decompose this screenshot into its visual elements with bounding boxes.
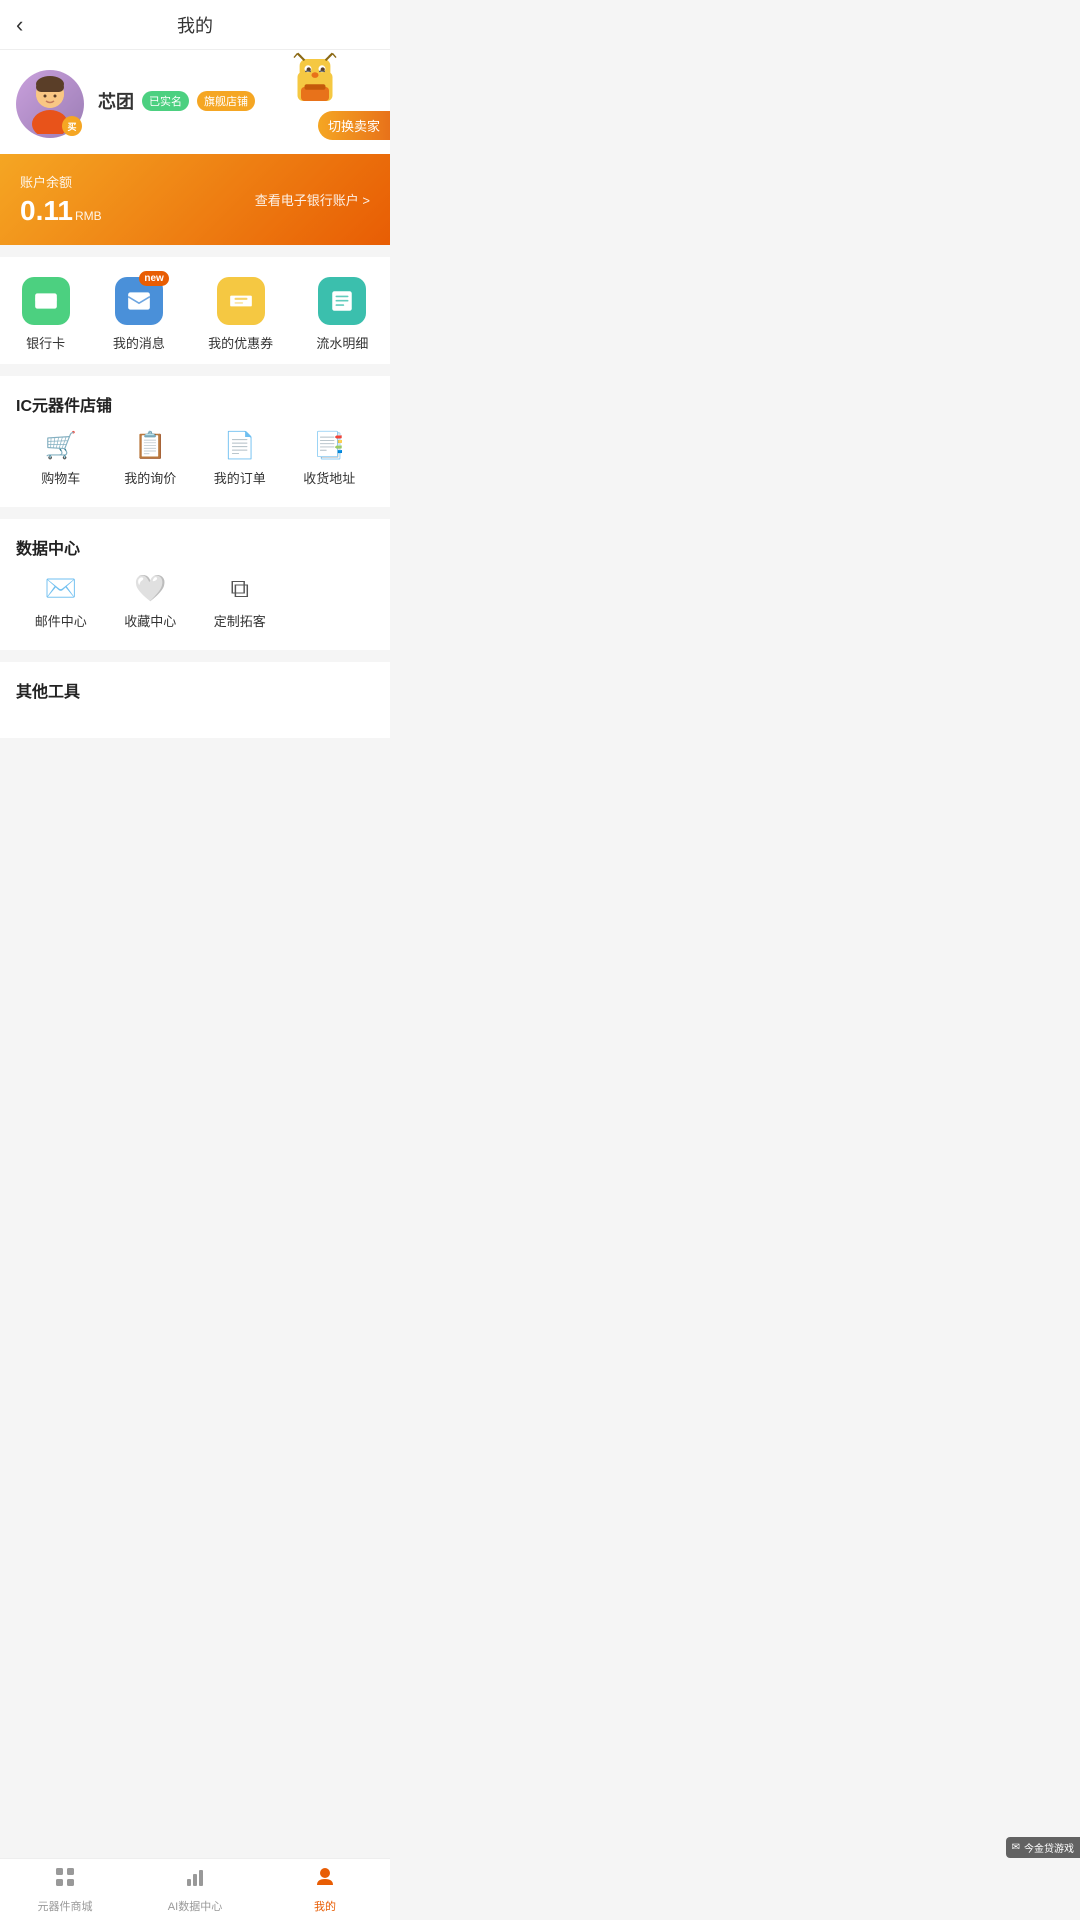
inquiry-label: 我的询价 [124,468,176,487]
collect-icon: 🤍 [134,575,166,601]
mail-icon: ✉️ [45,575,77,601]
coupon-icon-wrap [217,277,265,325]
mascot-icon [280,50,350,110]
store-icon-svg [53,1865,77,1889]
switch-seller-button[interactable]: 切换卖家 [318,111,390,140]
flow-detail-icon [329,288,355,314]
mail-item[interactable]: ✉️ 邮件中心 [16,575,106,630]
menu-item-my-message[interactable]: new 我的消息 [113,277,165,352]
coupon-icon [228,288,254,314]
ai-data-nav-label: AI数据中心 [168,1898,222,1914]
bank-card-icon [33,288,59,314]
profile-section: 买 芯团 已实名 旗舰店铺 [0,50,390,154]
message-icon [126,288,152,314]
watermark: ✉ 今金贷游戏 [1006,1837,1080,1858]
nav-item-store[interactable]: 元器件商城 [0,1859,130,1920]
quick-menu: 银行卡 new 我的消息 我的优惠券 [0,257,390,364]
bank-link[interactable]: 查看电子银行账户 > [255,190,370,209]
coupon-label: 我的优惠券 [208,333,273,352]
tag-verified: 已实名 [142,91,189,111]
cart-item[interactable]: 🛒 购物车 [16,432,106,487]
inquiry-item[interactable]: 📋 我的询价 [106,432,196,487]
balance-amount: 0.11 RMB [20,195,102,227]
custom-item[interactable]: ⧉ 定制拓客 [195,575,285,630]
back-button[interactable]: ‹ [16,12,23,38]
cart-label: 购物车 [41,468,80,487]
nav-item-mine[interactable]: 我的 [260,1859,390,1920]
ai-data-icon-svg [183,1865,207,1889]
order-label: 我的订单 [214,468,266,487]
flow-detail-label: 流水明细 [316,333,368,352]
ai-data-nav-icon [183,1865,207,1895]
order-icon: 📄 [224,432,256,458]
menu-item-my-coupon[interactable]: 我的优惠券 [208,277,273,352]
store-nav-icon [53,1865,77,1895]
header: ‹ 我的 [0,0,390,50]
balance-label: 账户余额 [20,172,102,191]
mine-nav-icon [313,1865,337,1895]
data-center-title: 数据中心 [16,535,374,559]
bank-card-label: 银行卡 [26,333,65,352]
order-item[interactable]: 📄 我的订单 [195,432,285,487]
address-icon: 📑 [313,432,345,458]
ic-store-grid: 🛒 购物车 📋 我的询价 📄 我的订单 📑 收货地址 [16,432,374,487]
avatar[interactable]: 买 [16,70,84,138]
data-center-grid: ✉️ 邮件中心 🤍 收藏中心 ⧉ 定制拓客 [16,575,374,630]
mail-label: 邮件中心 [35,611,87,630]
message-icon-wrap: new [115,277,163,325]
profile-name: 芯团 [98,88,134,114]
ic-store-section: IC元器件店铺 🛒 购物车 📋 我的询价 📄 我的订单 📑 收货地址 [0,376,390,507]
balance-currency: RMB [75,209,102,223]
other-tools-section: 其他工具 [0,662,390,738]
cart-icon: 🛒 [45,432,77,458]
menu-item-bank-card[interactable]: 银行卡 [22,277,70,352]
menu-item-flow-detail[interactable]: 流水明细 [316,277,368,352]
switch-seller-area: 切换卖家 [280,50,390,140]
balance-card: 账户余额 0.11 RMB 查看电子银行账户 > [0,154,390,245]
custom-icon: ⧉ [230,575,249,601]
page-title: 我的 [177,12,213,38]
new-badge: new [139,271,168,286]
store-nav-label: 元器件商城 [38,1898,93,1914]
mine-nav-label: 我的 [314,1898,336,1914]
bottom-nav: 元器件商城 AI数据中心 我的 [0,1858,390,1920]
inquiry-icon: 📋 [134,432,166,458]
nav-item-ai-data[interactable]: AI数据中心 [130,1859,260,1920]
watermark-label: 今金贷游戏 [1024,1840,1074,1855]
address-label: 收货地址 [303,468,355,487]
avatar-badge: 买 [62,116,82,136]
collect-label: 收藏中心 [124,611,176,630]
collect-item[interactable]: 🤍 收藏中心 [106,575,196,630]
ic-store-title: IC元器件店铺 [16,392,374,416]
flow-icon-wrap [318,277,366,325]
data-center-section: 数据中心 ✉️ 邮件中心 🤍 收藏中心 ⧉ 定制拓客 [0,519,390,650]
message-label: 我的消息 [113,333,165,352]
custom-label: 定制拓客 [214,611,266,630]
tag-flagship: 旗舰店铺 [197,91,255,111]
mine-icon-svg [313,1865,337,1889]
address-item[interactable]: 📑 收货地址 [285,432,375,487]
other-tools-title: 其他工具 [16,678,374,702]
balance-number: 0.11 [20,195,73,227]
bank-card-icon-wrap [22,277,70,325]
balance-left: 账户余额 0.11 RMB [20,172,102,227]
